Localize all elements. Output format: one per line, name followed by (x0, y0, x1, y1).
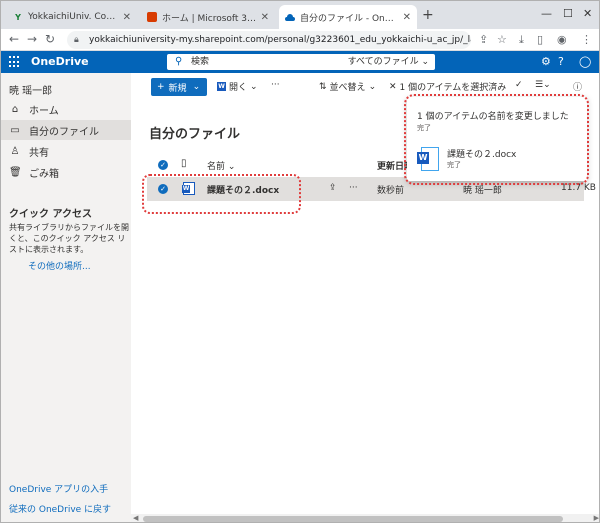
onedrive-header: OneDrive ⚲ 検索 すべてのファイル ⌄ ⚙ ? ◯ (1, 51, 599, 73)
file-type-icon: ▯ (181, 158, 187, 169)
search-box[interactable]: ⚲ 検索 すべてのファイル ⌄ (167, 54, 435, 70)
file-modified: 数秒前 (377, 186, 405, 196)
trash-icon: 🗑︎ (9, 166, 22, 178)
scrollbar-thumb[interactable] (143, 516, 563, 522)
column-name-header[interactable]: 名前 ⌄ (207, 159, 235, 172)
close-window-icon[interactable]: ✕ (583, 7, 592, 20)
quick-access-title: クイック アクセス (9, 209, 92, 220)
help-icon[interactable]: ? (558, 55, 564, 68)
sidebar-item-label: 自分のファイル (29, 126, 99, 138)
highlight-notification (404, 94, 589, 185)
word-icon: W (217, 82, 226, 91)
sidebar-item-recycle-bin[interactable]: 🗑︎ ごみ箱 (1, 162, 131, 182)
search-scope-dropdown[interactable]: すべてのファイル ⌄ (348, 54, 429, 70)
tab-title: 自分のファイル - OneDrive (300, 13, 399, 24)
quick-access-description: 共有ライブラリからファイルを開くと、このクイック アクセス リストに表示されます… (9, 223, 129, 254)
sidebar: 暁 瑶一郎 ⌂ ホーム ▭ 自分のファイル ♙ 共有 🗑︎ ごみ箱 クイック ア… (1, 73, 131, 522)
sidebar-item-my-files[interactable]: ▭ 自分のファイル (1, 120, 131, 140)
settings-gear-icon[interactable]: ⚙ (541, 55, 551, 68)
lock-icon: 🔒︎ (74, 35, 79, 45)
close-tab-icon[interactable]: ✕ (119, 12, 131, 23)
chevron-down-icon: ⌄ (250, 81, 258, 92)
open-label: 開く (229, 83, 248, 93)
search-icon: ⚲ (175, 56, 183, 67)
sidebar-item-home[interactable]: ⌂ ホーム (1, 99, 131, 119)
sort-label: 並べ替え (329, 83, 366, 93)
checkmark-icon[interactable]: ✓ (515, 80, 523, 90)
share-icon[interactable]: ⇪ (329, 183, 337, 193)
clear-selection-button[interactable]: ✕ 1 個のアイテムを選択済み (389, 80, 507, 94)
app-launcher-icon[interactable] (9, 56, 21, 68)
search-placeholder: 検索 (191, 57, 210, 67)
open-button[interactable]: W 開く ⌄ (217, 80, 258, 93)
avatar[interactable]: ◯ (579, 55, 591, 68)
download-icon[interactable]: ⤓ (519, 33, 524, 47)
browser-window: Y YokkaichiUniv. ComputerCenter | ✕ ホーム … (0, 0, 600, 523)
sidebar-item-shared[interactable]: ♙ 共有 (1, 141, 131, 161)
chevron-down-icon: ⌄ (368, 81, 377, 92)
close-tab-icon[interactable]: ✕ (399, 12, 411, 23)
sidepanel-icon[interactable]: ▯ (537, 33, 543, 46)
horizontal-scrollbar[interactable]: ◀ ▶ (131, 514, 599, 522)
info-icon[interactable]: ⓘ (573, 80, 582, 93)
app-title[interactable]: OneDrive (31, 55, 89, 68)
user-name: 暁 瑶一郎 (9, 86, 53, 97)
minimize-icon[interactable]: — (541, 7, 552, 20)
share-page-icon[interactable]: ⇪ (479, 33, 488, 46)
column-name-label: 名前 (207, 162, 226, 172)
close-tab-icon[interactable]: ✕ (257, 12, 269, 23)
url-field[interactable]: 🔒︎ yokkaichiuniversity-my.sharepoint.com… (67, 31, 471, 49)
close-icon: ✕ (389, 81, 397, 92)
address-bar: ← → ↻ 🔒︎ yokkaichiuniversity-my.sharepoi… (1, 29, 599, 51)
page-title: 自分のファイル (149, 127, 241, 142)
profile-icon[interactable]: ◉ (557, 33, 567, 46)
selected-count: 1 個のアイテムを選択済み (399, 83, 507, 93)
sidebar-item-label: 共有 (29, 147, 49, 159)
bookmark-star-icon[interactable]: ☆ (497, 33, 507, 46)
view-options-icon[interactable]: ☰⌄ (535, 80, 551, 90)
scroll-right-icon[interactable]: ▶ (594, 514, 599, 522)
forward-icon[interactable]: → (27, 32, 37, 46)
tab-microsoft-365[interactable]: ホーム | Microsoft 365 ✕ (141, 5, 275, 29)
new-tab-icon[interactable]: + (422, 7, 434, 23)
sort-icon: ⇅ (319, 81, 327, 92)
y-favicon-icon: Y (15, 12, 21, 22)
tab-computer-center[interactable]: Y YokkaichiUniv. ComputerCenter | ✕ (7, 5, 137, 29)
maximize-icon[interactable]: ☐ (563, 7, 573, 20)
cloud-favicon-icon (285, 12, 295, 22)
scroll-left-icon[interactable]: ◀ (133, 514, 138, 522)
office-favicon-icon (147, 12, 157, 22)
home-icon: ⌂ (11, 103, 19, 115)
more-icon[interactable]: ··· (349, 183, 358, 193)
more-actions-button[interactable]: ··· (271, 80, 280, 90)
search-scope-label: すべてのファイル (347, 57, 419, 67)
tab-title: ホーム | Microsoft 365 (162, 13, 257, 24)
people-icon: ♙ (10, 145, 20, 157)
new-label: 新規 (168, 83, 187, 94)
chevron-down-icon: ⌄ (192, 82, 201, 92)
folder-icon: ▭ (10, 124, 20, 136)
tab-title: YokkaichiUniv. ComputerCenter | (28, 12, 119, 22)
return-classic-onedrive-link[interactable]: 従来の OneDrive に戻す (9, 502, 111, 515)
sidebar-item-label: ごみ箱 (29, 168, 59, 180)
more-places-link[interactable]: その他の場所... (28, 259, 91, 272)
tab-bar: Y YokkaichiUniv. ComputerCenter | ✕ ホーム … (1, 1, 599, 29)
sidebar-item-label: ホーム (29, 105, 59, 117)
menu-kebab-icon[interactable]: ⋮ (581, 33, 592, 46)
back-icon[interactable]: ← (9, 32, 19, 46)
url-text: yokkaichiuniversity-my.sharepoint.com/pe… (89, 35, 471, 45)
sort-button[interactable]: ⇅ 並べ替え ⌄ (319, 80, 377, 94)
get-onedrive-apps-link[interactable]: OneDrive アプリの入手 (9, 482, 108, 495)
plus-icon: + (157, 82, 165, 92)
new-button[interactable]: + 新規 ⌄ (151, 78, 207, 96)
select-all-checkbox[interactable]: ✓ (158, 160, 168, 170)
tab-onedrive[interactable]: 自分のファイル - OneDrive ✕ (279, 5, 417, 29)
highlight-renamed-file (142, 174, 301, 214)
reload-icon[interactable]: ↻ (45, 32, 55, 46)
